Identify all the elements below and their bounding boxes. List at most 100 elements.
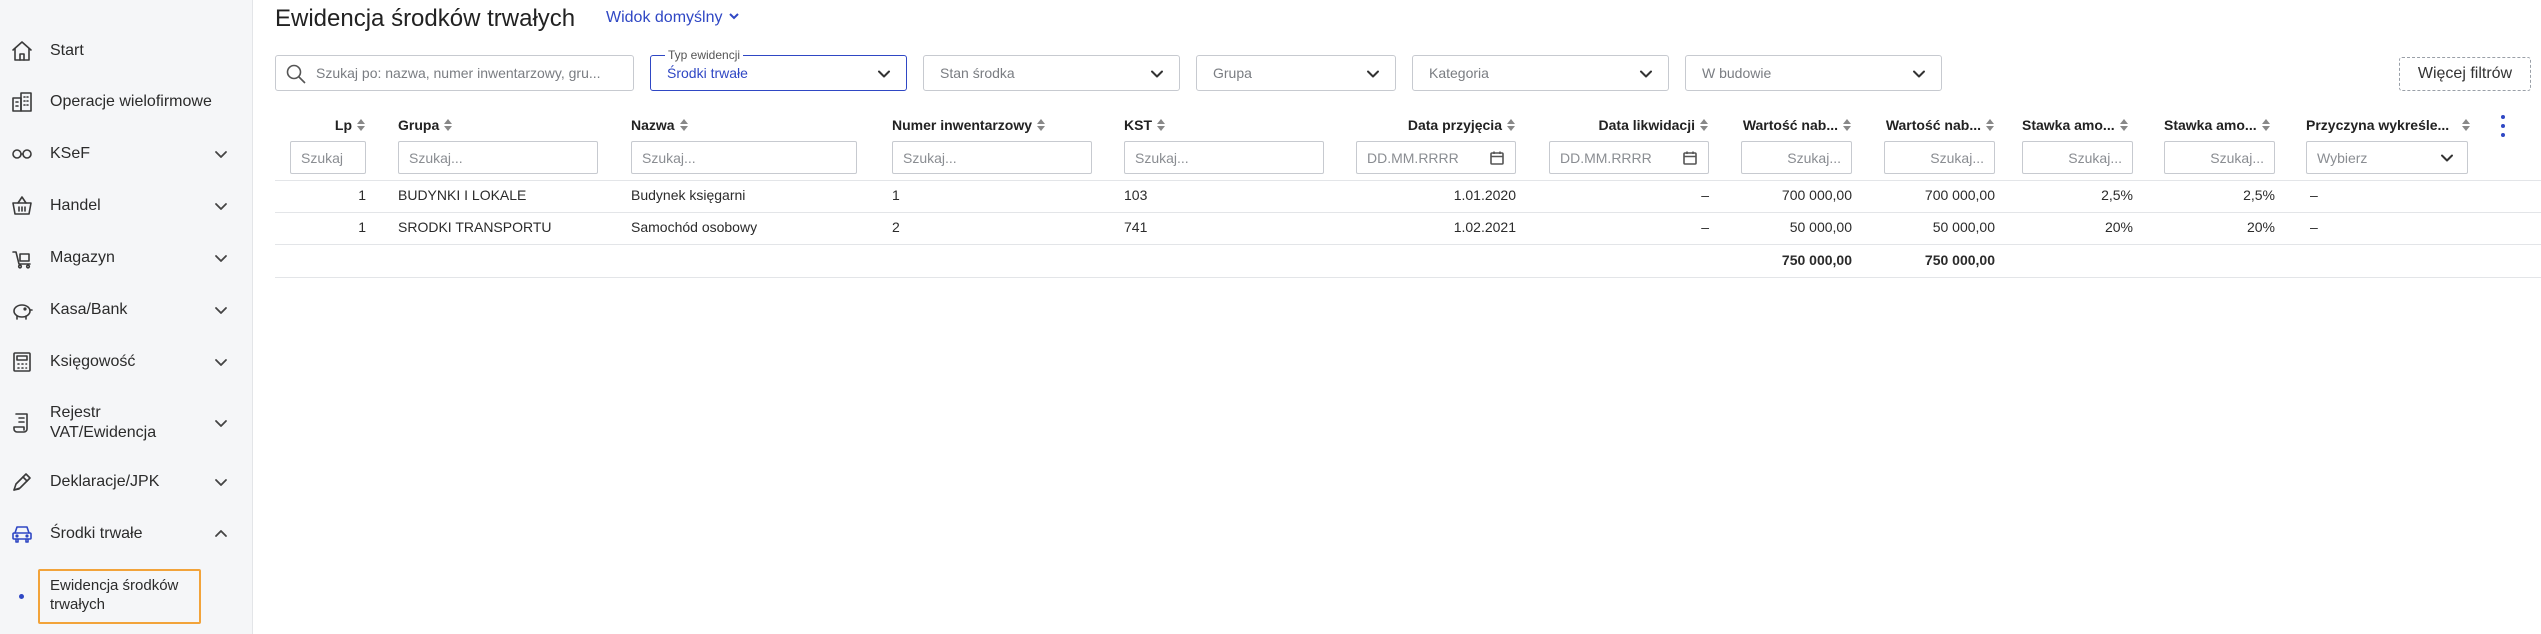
sidebar-item-operacje-wielofirmowe[interactable]: Operacje wielofirmowe bbox=[0, 89, 253, 115]
column-header-label: Stawka amo... bbox=[2164, 117, 2257, 133]
column-header-przyczyna-wykreslenia[interactable]: Przyczyna wykreśle... bbox=[2306, 116, 2471, 134]
sidebar-item-ksef[interactable]: KSeF bbox=[0, 141, 253, 167]
filter-stawka-1-input[interactable]: Szukaj... bbox=[2022, 141, 2133, 174]
column-header-grupa[interactable]: Grupa bbox=[398, 116, 453, 134]
grupa-placeholder: Grupa bbox=[1213, 65, 1252, 81]
sidebar-item-magazyn[interactable]: Magazyn bbox=[0, 245, 253, 271]
sidebar-item-rejestr-vat[interactable]: Rejestr VAT/Ewidencja bbox=[0, 401, 253, 445]
sidebar-item-label: KSeF bbox=[50, 145, 91, 162]
chevron-down-icon bbox=[1149, 66, 1165, 82]
sort-icon bbox=[1699, 118, 1709, 132]
stan-srodka-select[interactable]: Stan środka bbox=[923, 55, 1180, 91]
filter-placeholder: Szukaj... bbox=[2068, 149, 2122, 166]
filter-kst-input[interactable]: Szukaj... bbox=[1124, 141, 1324, 174]
search-placeholder: Szukaj po: nazwa, numer inwentarzowy, gr… bbox=[316, 65, 601, 81]
search-input[interactable]: Szukaj po: nazwa, numer inwentarzowy, gr… bbox=[275, 55, 634, 91]
sidebar-item-ksiegowosc[interactable]: Księgowość bbox=[0, 349, 253, 375]
filter-placeholder: DD.MM.RRRR bbox=[1560, 149, 1652, 166]
cell-wartosc-2: 700 000,00 bbox=[1924, 187, 1995, 203]
sort-icon bbox=[679, 118, 689, 132]
chevron-down-icon bbox=[212, 145, 230, 163]
column-header-lp[interactable]: Lp bbox=[290, 116, 366, 134]
sidebar-item-label: Deklaracje/JPK bbox=[50, 473, 160, 490]
more-filters-button[interactable]: Więcej filtrów bbox=[2399, 57, 2531, 91]
cell-wartosc-1: 700 000,00 bbox=[1781, 187, 1852, 203]
column-header-stawka-amortyzacji-1[interactable]: Stawka amo... bbox=[2022, 116, 2129, 134]
sidebar-item-kasa-bank[interactable]: Kasa/Bank bbox=[0, 297, 253, 323]
column-header-data-przyjecia[interactable]: Data przyjęcia bbox=[1356, 116, 1516, 134]
chevron-down-icon bbox=[212, 473, 230, 491]
cell-wartosc-1: 50 000,00 bbox=[1789, 219, 1852, 235]
calendar-icon[interactable] bbox=[1682, 150, 1698, 166]
column-header-stawka-amortyzacji-2[interactable]: Stawka amo... bbox=[2164, 116, 2271, 134]
w-budowie-placeholder: W budowie bbox=[1702, 65, 1772, 81]
column-header-kst[interactable]: KST bbox=[1124, 116, 1166, 134]
filter-wartosc-2-input[interactable]: Szukaj... bbox=[1884, 141, 1995, 174]
column-header-label: Lp bbox=[334, 117, 352, 133]
typ-ewidencji-value: Środki trwałe bbox=[667, 65, 748, 81]
filter-placeholder: Szukaj... bbox=[1787, 149, 1841, 166]
filter-nazwa-input[interactable]: Szukaj... bbox=[631, 141, 857, 174]
filter-numer-input[interactable]: Szukaj... bbox=[892, 141, 1092, 174]
cell-nazwa: Budynek księgarni bbox=[631, 187, 746, 203]
pen-icon bbox=[9, 469, 35, 495]
sort-icon bbox=[356, 118, 366, 132]
filter-placeholder: Szukaj... bbox=[642, 149, 696, 166]
sidebar-item-label: Operacje wielofirmowe bbox=[50, 93, 212, 110]
sidebar-item-handel[interactable]: Handel bbox=[0, 193, 253, 219]
cell-grupa: BUDYNKI I LOKALE bbox=[398, 187, 527, 203]
filter-placeholder: DD.MM.RRRR bbox=[1367, 149, 1459, 166]
sort-icon bbox=[1842, 118, 1852, 132]
column-header-label: Wartość nab... bbox=[1742, 117, 1838, 133]
warehouse-icon bbox=[9, 245, 35, 271]
filter-stawka-2-input[interactable]: Szukaj... bbox=[2164, 141, 2275, 174]
sidebar-item-deklaracje-jpk[interactable]: Deklaracje/JPK bbox=[0, 469, 253, 495]
filter-placeholder: Szukaj... bbox=[409, 149, 463, 166]
filter-wartosc-1-input[interactable]: Szukaj... bbox=[1741, 141, 1852, 174]
sidebar-subitem-ewidencja-srodkow-trwalych[interactable]: Ewidencja środków trwałych bbox=[38, 569, 201, 624]
filter-placeholder: Szukaj... bbox=[1135, 149, 1189, 166]
sidebar-item-start[interactable]: Start bbox=[0, 38, 253, 64]
basket-icon bbox=[9, 193, 35, 219]
typ-ewidencji-legend: Typ ewidencji bbox=[665, 48, 744, 62]
filter-grupa-input[interactable]: Szukaj... bbox=[398, 141, 598, 174]
car-icon bbox=[9, 521, 35, 547]
grupa-select[interactable]: Grupa bbox=[1196, 55, 1396, 91]
sidebar: Start Operacje wielofirmowe KSeF Handel … bbox=[0, 0, 253, 634]
kategoria-select[interactable]: Kategoria bbox=[1412, 55, 1669, 91]
column-header-nazwa[interactable]: Nazwa bbox=[631, 116, 689, 134]
column-header-data-likwidacji[interactable]: Data likwidacji bbox=[1549, 116, 1709, 134]
column-header-wartosc-nabycia-1[interactable]: Wartość nab... bbox=[1741, 116, 1852, 134]
kategoria-placeholder: Kategoria bbox=[1429, 65, 1489, 81]
filter-data-przyjecia-input[interactable]: DD.MM.RRRR bbox=[1356, 141, 1516, 174]
cell-lp: 1 bbox=[358, 187, 366, 203]
chevron-down-icon bbox=[2439, 150, 2455, 166]
chevron-down-icon bbox=[212, 301, 230, 319]
cell-data-przyjecia: 1.01.2020 bbox=[1453, 187, 1516, 203]
w-budowie-select[interactable]: W budowie bbox=[1685, 55, 1942, 91]
filter-data-likwidacji-input[interactable]: DD.MM.RRRR bbox=[1549, 141, 1709, 174]
filter-lp-input[interactable]: Szukaj bbox=[290, 141, 366, 174]
chevron-down-icon bbox=[728, 8, 740, 28]
sort-icon bbox=[1985, 118, 1995, 132]
sidebar-item-srodki-trwale[interactable]: Środki trwałe bbox=[0, 521, 253, 547]
filter-przyczyna-select[interactable]: Wybierz bbox=[2306, 141, 2468, 174]
piggy-bank-icon bbox=[9, 297, 35, 323]
sort-icon bbox=[2119, 118, 2129, 132]
sidebar-item-label: Magazyn bbox=[50, 249, 115, 266]
calendar-icon[interactable] bbox=[1489, 150, 1505, 166]
view-selector[interactable]: Widok domyślny bbox=[606, 8, 740, 28]
column-options-kebab-icon[interactable] bbox=[2498, 113, 2508, 139]
column-header-label: Grupa bbox=[398, 117, 440, 133]
column-header-label: Data przyjęcia bbox=[1407, 117, 1502, 133]
column-header-label: Wartość nab... bbox=[1885, 117, 1981, 133]
chevron-down-icon bbox=[212, 353, 230, 371]
column-header-numer-inwentarzowy[interactable]: Numer inwentarzowy bbox=[892, 116, 1046, 134]
column-header-wartosc-nabycia-2[interactable]: Wartość nab... bbox=[1884, 116, 1995, 134]
typ-ewidencji-select[interactable]: Typ ewidencji Środki trwałe bbox=[650, 48, 907, 91]
cell-data-likwidacji: – bbox=[1701, 187, 1709, 203]
view-selector-label: Widok domyślny bbox=[606, 9, 723, 26]
home-icon bbox=[9, 38, 35, 64]
filter-placeholder: Szukaj... bbox=[2210, 149, 2264, 166]
cell-wartosc-2: 50 000,00 bbox=[1932, 219, 1995, 235]
